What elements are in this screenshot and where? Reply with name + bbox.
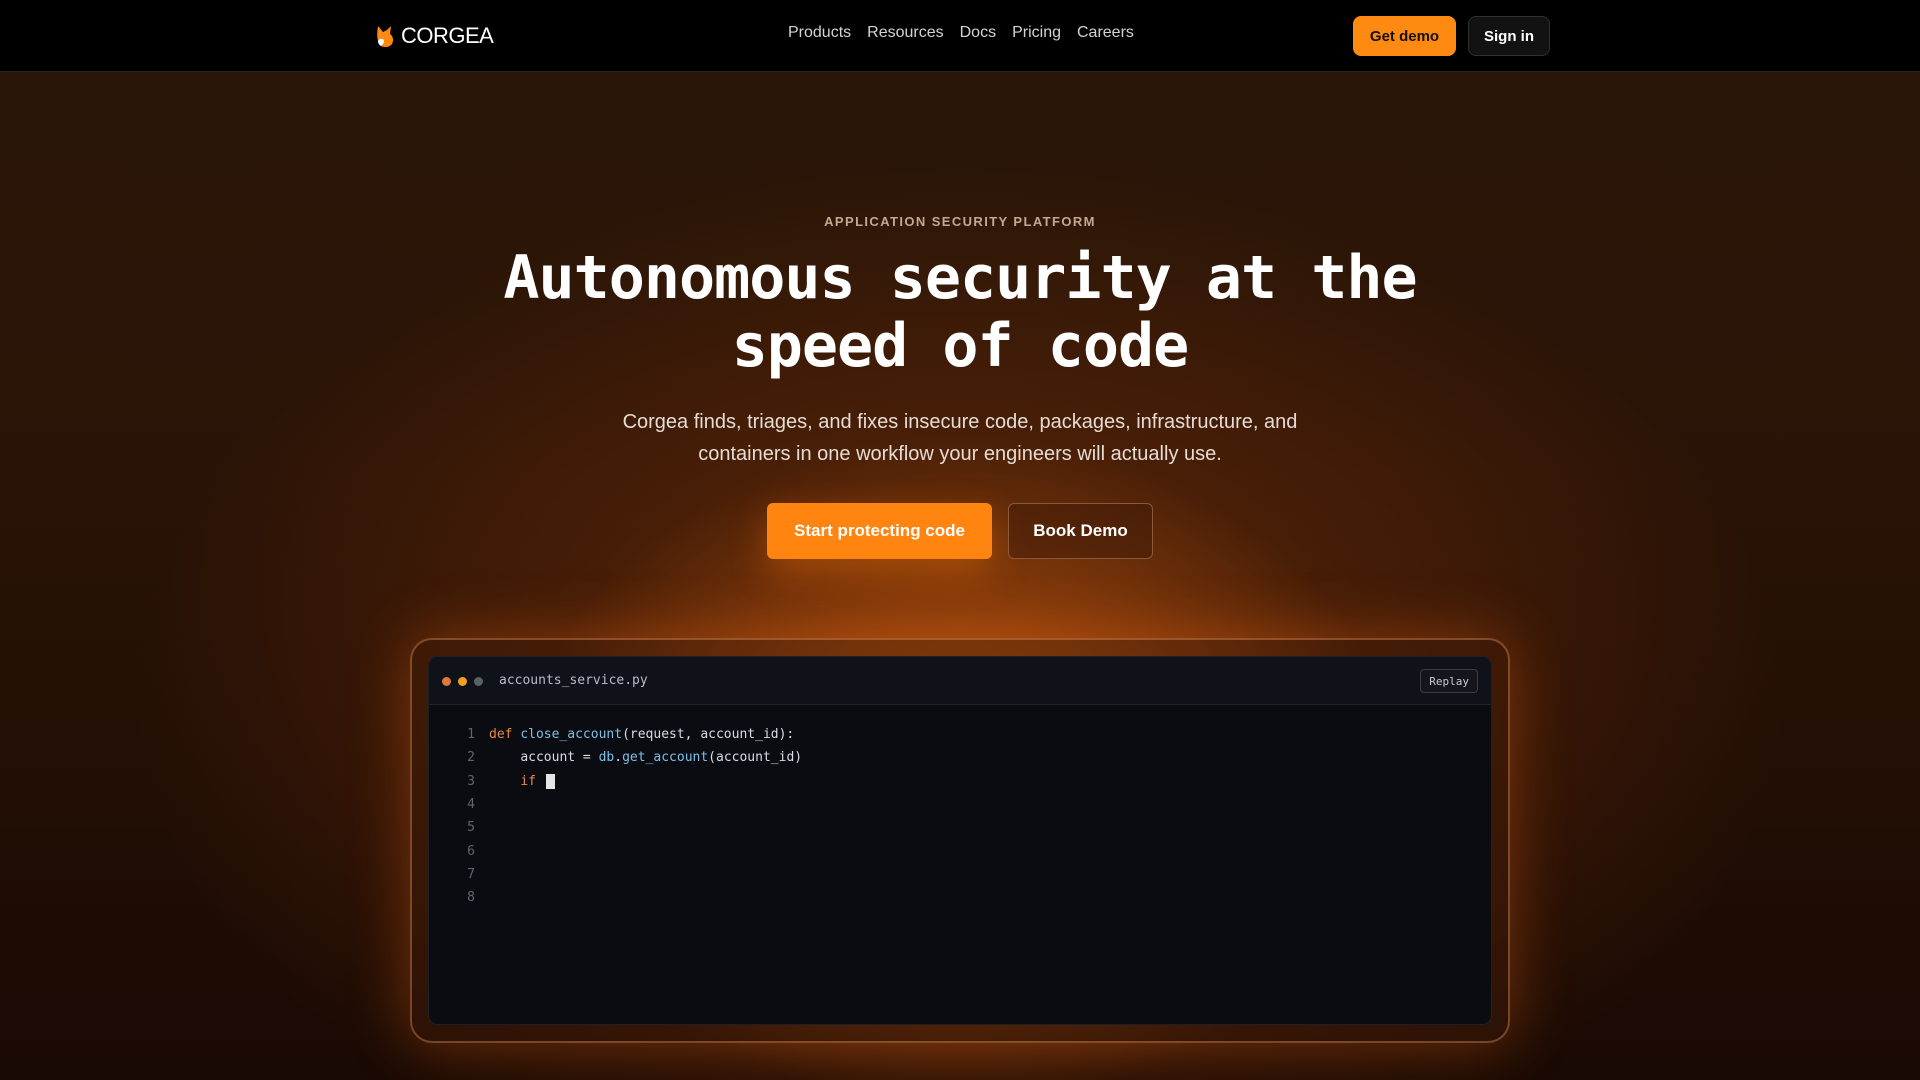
- line-number: 2: [467, 750, 475, 766]
- nav-link-products[interactable]: Products: [788, 24, 851, 42]
- headline-line-1: Autonomous security at the: [503, 243, 1417, 313]
- code-function: close_account: [520, 727, 623, 743]
- code-keyword: def: [489, 727, 513, 743]
- line-number: 1: [467, 727, 475, 743]
- code-object: db: [598, 750, 615, 766]
- headline-line-2: speed of code: [731, 311, 1190, 381]
- window-dot-gray: [474, 677, 483, 686]
- nav-link-resources[interactable]: Resources: [867, 24, 943, 42]
- get-demo-button[interactable]: Get demo: [1353, 16, 1456, 56]
- editor-filename: accounts_service.py: [499, 673, 648, 688]
- brand-name: CORGEA: [401, 23, 494, 48]
- text-cursor: [545, 773, 555, 789]
- code-params: (request, account_id):: [622, 727, 795, 743]
- nav-link-careers[interactable]: Careers: [1077, 24, 1134, 42]
- line-number: 8: [467, 890, 475, 906]
- code-line: 1 def close_account(request, account_id)…: [429, 723, 1491, 746]
- window-dot-red: [442, 677, 451, 686]
- code-text: account = db.get_account(account_id): [475, 750, 802, 765]
- code-dot: .: [614, 750, 623, 766]
- code-text: if: [475, 773, 555, 789]
- fox-logo-icon: [377, 26, 394, 48]
- code-line: 8: [429, 886, 1491, 909]
- line-number: 7: [467, 866, 475, 882]
- code-line: 7: [429, 863, 1491, 886]
- replay-button[interactable]: Replay: [1420, 669, 1478, 693]
- code-line: 4: [429, 793, 1491, 816]
- sign-in-button[interactable]: Sign in: [1468, 16, 1550, 56]
- subtitle-line-1: Corgea finds, triages, and fixes insecur…: [622, 411, 1298, 433]
- code-keyword: if: [520, 773, 536, 789]
- hero-subtitle: Corgea finds, triages, and fixes insecur…: [560, 406, 1360, 470]
- hero-headline: Autonomous security at the speed of code: [410, 244, 1510, 380]
- nav-link-docs[interactable]: Docs: [960, 24, 996, 42]
- hero-eyebrow: APPLICATION SECURITY PLATFORM: [824, 214, 1096, 229]
- brand-logo[interactable]: CORGEA: [375, 22, 494, 50]
- top-navigation: CORGEA Products Resources Docs Pricing C…: [0, 0, 1920, 72]
- code-assignment: account =: [520, 750, 599, 766]
- line-number: 3: [467, 773, 475, 789]
- code-text: def close_account(request, account_id):: [475, 727, 794, 742]
- code-line: 3 if: [429, 770, 1491, 793]
- code-line: 2 account = db.get_account(account_id): [429, 746, 1491, 769]
- line-number: 4: [467, 797, 475, 813]
- code-line: 6: [429, 839, 1491, 862]
- code-line: 5: [429, 816, 1491, 839]
- code-function: get_account: [622, 750, 709, 766]
- code-args: (account_id): [708, 750, 803, 766]
- editor-titlebar: accounts_service.py Replay: [429, 657, 1491, 705]
- line-number: 6: [467, 843, 475, 859]
- start-protecting-code-button[interactable]: Start protecting code: [767, 503, 992, 559]
- subtitle-line-2: containers in one workflow your engineer…: [698, 443, 1222, 465]
- code-editor: accounts_service.py Replay 1 def close_a…: [428, 656, 1492, 1025]
- line-number: 5: [467, 820, 475, 836]
- nav-links: Products Resources Docs Pricing Careers: [788, 24, 1134, 42]
- window-dot-yellow: [458, 677, 467, 686]
- code-area[interactable]: 1 def close_account(request, account_id)…: [429, 723, 1491, 909]
- book-demo-button[interactable]: Book Demo: [1008, 503, 1153, 559]
- nav-link-pricing[interactable]: Pricing: [1012, 24, 1061, 42]
